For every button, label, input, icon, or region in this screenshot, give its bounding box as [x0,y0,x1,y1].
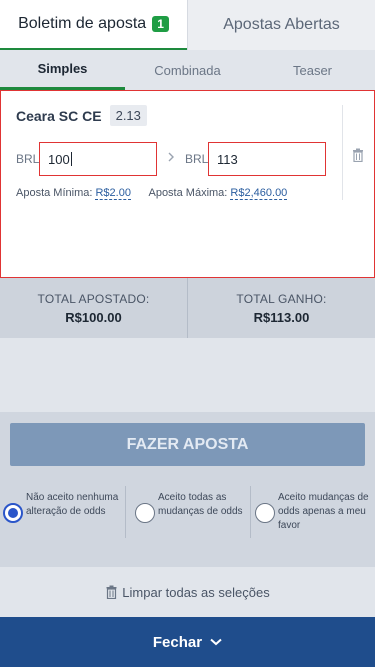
total-staked: TOTAL APOSTADO: R$100.00 [0,278,187,338]
tab-teaser[interactable]: Teaser [250,50,375,90]
min-stake-label: Aposta Mínima: [16,187,93,199]
tab-betslip[interactable]: Boletim de aposta 1 [0,0,187,50]
odds-option-label: Não aceito nenhuma alteração de odds [26,492,119,517]
odds-change-options: Não aceito nenhuma alteração de odds Ace… [0,484,375,540]
odds-option-radio[interactable] [3,503,23,523]
close-label: Fechar [152,633,203,651]
trash-icon [106,585,117,599]
odds-option-accept-favorable[interactable]: Aceito mudanças de odds apenas a meu fav… [250,484,375,540]
tab-open-bets-label: Apostas Abertas [223,16,340,33]
max-stake-value[interactable]: R$2,460.00 [230,187,288,200]
total-staked-value: R$100.00 [65,309,122,325]
stake-limits: Aposta Mínima: R$2.00 Aposta Máxima: R$2… [16,187,288,200]
remove-selection-trash-icon[interactable] [351,148,365,162]
chevron-right-icon [168,152,174,162]
min-stake-value[interactable]: R$2.00 [95,187,131,200]
stake-input[interactable]: 100 [39,142,157,176]
payout-currency-label: BRL [185,152,209,166]
text-cursor [70,152,72,166]
odds-option-radio[interactable] [135,503,155,523]
max-stake-label: Aposta Máxima: [148,187,228,199]
stake-currency-label: BRL [16,152,40,166]
place-bet-button[interactable]: FAZER APOSTA [10,423,365,466]
total-win: TOTAL GANHO: R$113.00 [187,278,375,338]
bet-type-tabs: Simples Combinada Teaser [0,50,375,90]
tab-single[interactable]: Simples [0,50,125,90]
betslip-tabs: Boletim de aposta 1 Apostas Abertas [0,0,375,50]
close-betslip-button[interactable]: Fechar [0,617,375,667]
tab-open-bets[interactable]: Apostas Abertas [187,0,375,50]
odds-option-label: Aceito todas as mudanças de odds [158,492,243,517]
selection-row: Ceara SC CE 2.13 [16,105,147,126]
stake-input-value: 100 [48,151,70,167]
odds-option-radio[interactable] [255,503,275,523]
empty-area [0,338,375,412]
tab-betslip-label: Boletim de aposta [18,15,147,32]
odds-option-reject-all[interactable]: Não aceito nenhuma alteração de odds [0,484,125,540]
total-win-label: TOTAL GANHO: [236,291,327,306]
bet-actions: FAZER APOSTA Não aceito nenhuma alteraçã… [0,412,375,567]
total-staked-label: TOTAL APOSTADO: [37,291,150,306]
odds-option-label: Aceito mudanças de odds apenas a meu fav… [278,492,369,531]
bet-selection-card: Ceara SC CE 2.13 BRL 100 BRL 113 Aposta … [0,90,375,278]
tab-combined[interactable]: Combinada [125,50,250,90]
selection-odds: 2.13 [109,105,147,126]
selection-team: Ceara SC CE [16,107,102,124]
clear-all-selections-button[interactable]: Limpar todas as seleções [0,567,375,617]
total-win-value: R$113.00 [253,309,310,325]
payout-input[interactable]: 113 [208,142,326,176]
betslip-count-badge: 1 [152,16,169,32]
payout-input-value: 113 [217,151,238,167]
odds-option-accept-all[interactable]: Aceito todas as mudanças de odds [125,484,250,540]
totals-bar: TOTAL APOSTADO: R$100.00 TOTAL GANHO: R$… [0,278,375,338]
chevron-down-icon [210,638,222,646]
clear-all-label: Limpar todas as seleções [122,584,270,600]
divider [342,105,343,200]
